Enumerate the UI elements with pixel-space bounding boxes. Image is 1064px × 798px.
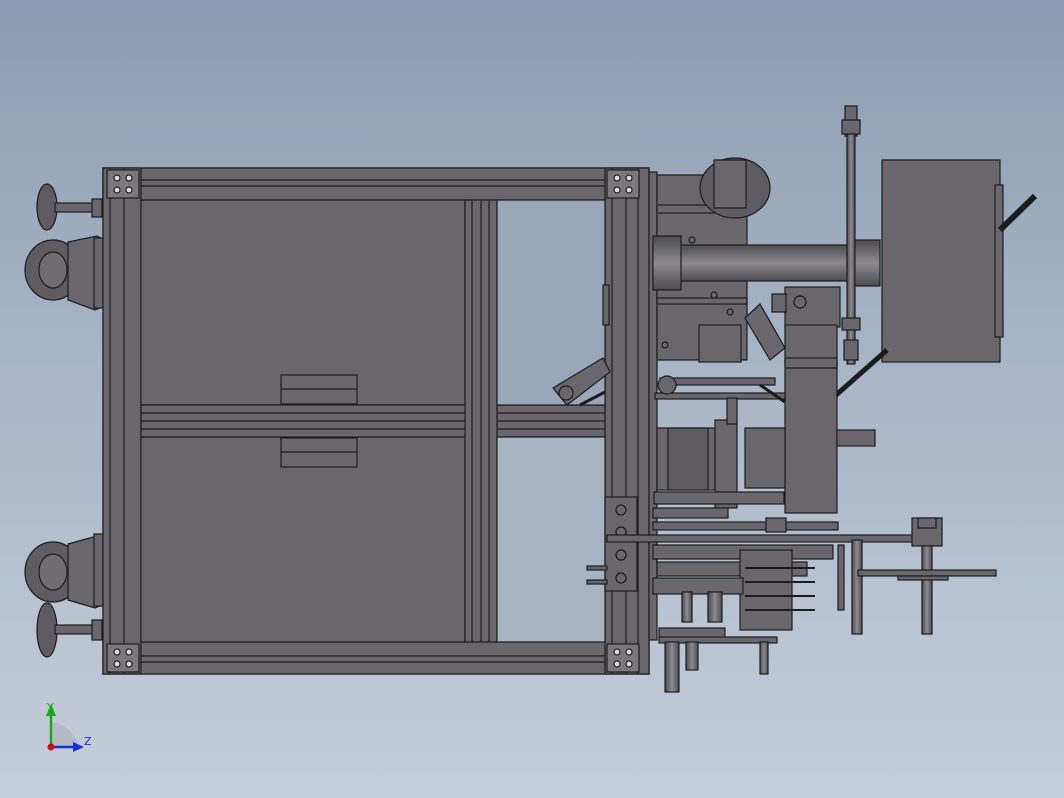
y-axis-label: Y [46, 701, 54, 714]
origin-marker [47, 743, 55, 751]
coordinate-triad: Y Z [46, 701, 92, 752]
z-axis-label: Z [84, 735, 92, 748]
panels [140, 199, 606, 643]
cad-model-view[interactable]: Y Z [0, 0, 1064, 798]
caster-top [24, 183, 105, 311]
caster-bottom [24, 533, 105, 658]
graphics-viewport[interactable]: Y Z [0, 0, 1064, 798]
z-arrow [73, 742, 84, 752]
